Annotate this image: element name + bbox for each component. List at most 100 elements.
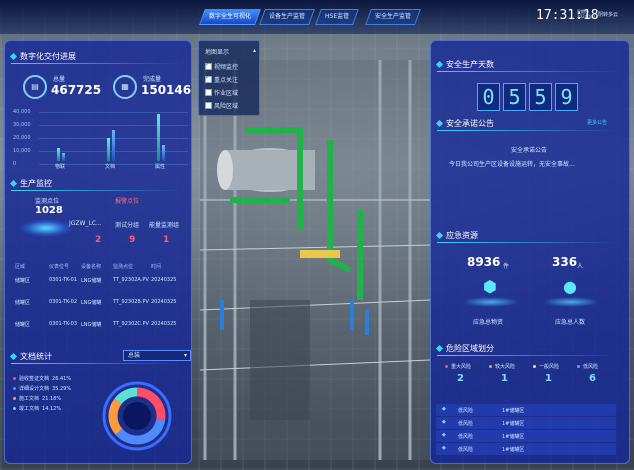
docs-select[interactable]: 总装 ▾ <box>123 350 191 361</box>
resources-title: 应急资源 <box>437 230 478 241</box>
donut-center <box>123 402 151 430</box>
layer-checkbox[interactable] <box>205 74 212 83</box>
risk-row-area: 1#储罐区 <box>502 408 525 414</box>
diamond-icon: ◆ <box>442 419 446 425</box>
tab-digital-twin[interactable]: 数字全生可视化 <box>199 9 261 25</box>
people-unit: 人 <box>577 263 584 270</box>
risk-row-level: 低风险 <box>458 447 474 453</box>
risk-row-level: 低风险 <box>458 421 474 427</box>
risk-row-area: 1#储罐区 <box>502 434 525 440</box>
layer-checkbox[interactable] <box>205 102 212 109</box>
table-cell: TT_92302B.PV <box>113 299 149 305</box>
risk-level-dot <box>445 365 448 368</box>
monitor-col-1: JGZW_LC... <box>69 220 102 227</box>
legend-label: 详细设计文档 <box>19 386 50 392</box>
layer-label: 作业区域 <box>214 90 239 97</box>
tab-hse[interactable]: HSE监管 <box>315 9 360 25</box>
table-cell: LNG储罐 <box>81 278 102 284</box>
legend-pct: 21.18% <box>42 396 62 402</box>
delivery-chart: 40,000 30,000 20,000 10,000 0 物联 文档 属性 <box>13 109 188 177</box>
y-tick-label: 0 <box>13 161 17 167</box>
people-value: 336 <box>552 255 578 269</box>
table-cell: LNG储罐 <box>81 322 102 328</box>
y-tick-label: 10,000 <box>13 148 31 154</box>
risk-title: 危险区域划分 <box>437 343 494 354</box>
notice-headline: 安全承诺公告 <box>511 147 548 154</box>
points-value: 1028 <box>35 205 63 216</box>
docs-donut-chart <box>102 381 172 451</box>
bar-total <box>157 114 160 161</box>
days-digit: 0 <box>477 83 500 111</box>
legend-label: 竣工文档 <box>19 406 40 412</box>
alarm-label: 报警点位 <box>115 198 140 205</box>
chevron-up-icon[interactable]: ▴ <box>253 47 256 54</box>
table-row[interactable]: 储罐区 0301-TK-01 LNG储罐 TT_92302A.PV 20240325 <box>15 277 187 297</box>
layer-title: 地图显示 <box>205 49 230 56</box>
bar-total <box>57 148 60 161</box>
table-row[interactable]: 储罐区 0301-TK-03 LNG储罐 TT_92302C.PV 20240325 <box>15 321 187 341</box>
risk-level-value: 6 <box>589 373 596 384</box>
risk-row-area: 1#储罐区 <box>502 421 525 427</box>
monitor-title: 生产监控 <box>11 178 52 189</box>
chevron-down-icon: ▾ <box>183 352 187 359</box>
days-digit: 9 <box>555 83 578 111</box>
table-cell: 储罐区 <box>15 278 31 284</box>
table-cell: LNG储罐 <box>81 300 102 306</box>
monitor-val-1: 2 <box>95 235 102 245</box>
supplies-value: 8936 <box>467 255 501 269</box>
table-cell: 20240325 <box>151 299 177 305</box>
notice-body: 今日我公司生产区设备设施运转，无安全事故... <box>449 161 575 168</box>
legend-swatch <box>13 377 16 380</box>
top-navigation-bar: 数字全生可视化 设备生产监管 HSE监管 安全生产监管 17:31:18 星期日… <box>0 0 634 34</box>
monitor-val-3: 1 <box>163 235 170 245</box>
layer-item[interactable]: 作业区域 <box>205 88 257 97</box>
risk-row[interactable]: ◆ 低风险 1#储罐区 <box>436 430 616 442</box>
days-digit: 5 <box>529 83 552 111</box>
person-icon: ● <box>563 277 577 296</box>
date: 星期日 2024/4/07 <box>577 9 598 19</box>
layer-checkbox[interactable] <box>205 61 212 70</box>
y-tick-label: 20,000 <box>13 135 31 141</box>
total-value: 467725 <box>51 83 102 97</box>
diamond-icon: ◆ <box>442 432 446 438</box>
legend-pct: 26.41% <box>52 376 72 382</box>
legend-label: 施工文档 <box>19 396 40 402</box>
risk-row-level: 低风险 <box>458 434 474 440</box>
table-header: 区域 <box>15 264 26 270</box>
layer-item[interactable]: 视频监控 <box>205 61 257 71</box>
layer-checkbox[interactable] <box>205 89 212 96</box>
gridline <box>39 125 188 126</box>
legend-item: 施工文档 21.18% <box>13 395 61 402</box>
table-row[interactable]: 储罐区 0301-TK-02 LNG储罐 TT_92302B.PV 20240325 <box>15 299 187 319</box>
people-label: 应急总人数 <box>555 319 586 326</box>
diamond-icon: ◆ <box>442 406 446 412</box>
donut-slice <box>114 387 138 405</box>
layer-item[interactable]: 重点关注 <box>205 74 257 84</box>
table-header: 仪表位号 <box>49 264 70 270</box>
risk-level-value: 1 <box>501 373 508 384</box>
supplies-unit: 件 <box>503 263 510 270</box>
risk-row[interactable]: ◆ 低风险 1#储罐区 <box>436 417 616 429</box>
supplies-label: 应急总物资 <box>473 319 504 326</box>
done-label: 完成量 <box>143 76 162 83</box>
table-cell: TT_92302A.PV <box>113 277 149 283</box>
risk-level-label: 一般风险 <box>533 363 559 370</box>
tab-equipment[interactable]: 设备生产监管 <box>259 9 315 25</box>
table-cell: 0301-TK-02 <box>49 299 78 305</box>
tab-safety[interactable]: 安全生产监管 <box>365 9 421 25</box>
table-header: 监测点位 <box>113 264 134 270</box>
risk-level-text: 较大风险 <box>495 364 516 370</box>
delivery-title: 数字化交付进展 <box>11 51 76 62</box>
risk-row[interactable]: ◆ 低风险 1#储罐区 <box>436 443 616 455</box>
layer-item[interactable]: 风险区域 <box>205 101 257 110</box>
more-notices-link[interactable]: 更多公告 <box>587 119 607 126</box>
risk-level-label: 较大风险 <box>489 363 515 370</box>
weather: 阴转多云 <box>598 12 619 18</box>
notice-title: 安全承诺公告 <box>437 118 494 129</box>
points-label: 监测点位 <box>35 198 60 205</box>
map-layer-panel: 地图显示 ▴ 视频监控重点关注作业区域风险区域 <box>198 40 260 116</box>
supplies-glow <box>463 297 519 307</box>
risk-row[interactable]: ◆ 低风险 1#储罐区 <box>436 404 616 416</box>
table-header: 设备名称 <box>81 264 102 270</box>
legend-item: 详细设计文档 35.29% <box>13 385 71 392</box>
